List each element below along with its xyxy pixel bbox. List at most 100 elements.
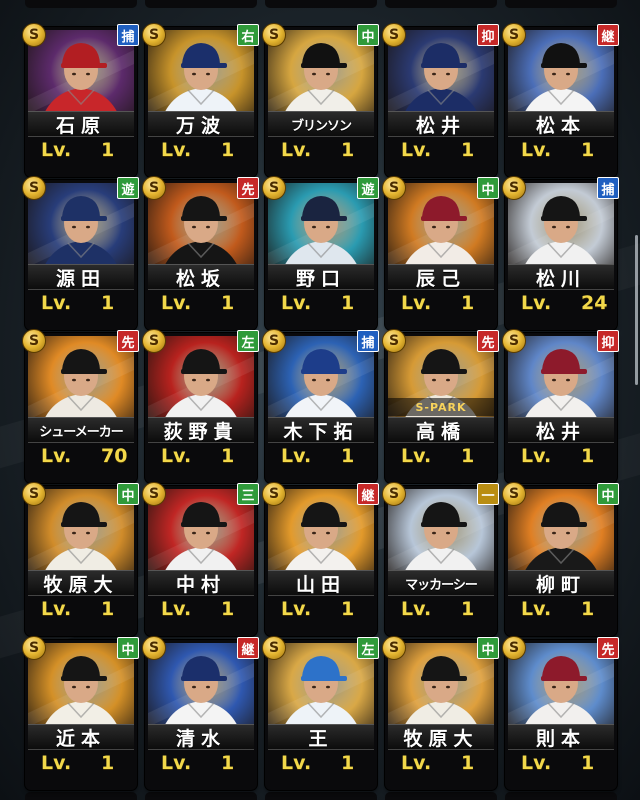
position-badge: 先 xyxy=(237,177,259,199)
s-rank-badge-icon: S xyxy=(22,636,46,660)
player-card-grid: 石原 Lv. 1 S 捕万波 Lv. 1 S 右ブリンソン Lv. 1 S 中松井 Lv. 1 S 抑松本 Lv.… xyxy=(0,0,640,800)
player-name: 則本 xyxy=(535,727,586,750)
player-card[interactable]: 野口 Lv. 1 S 遊 xyxy=(262,176,379,330)
player-name-bar: 木下拓 xyxy=(268,417,374,443)
level-value: 1 xyxy=(581,752,595,774)
player-name: 清水 xyxy=(175,727,226,750)
player-card[interactable]: 牧原大 Lv. 1 S 中 xyxy=(382,636,499,790)
player-card[interactable]: 万波 Lv. 1 S 右 xyxy=(142,23,259,177)
player-card[interactable]: 王 Lv. 1 S 左 xyxy=(262,636,379,790)
player-level: Lv. 1 xyxy=(151,750,251,776)
level-value: 1 xyxy=(581,445,595,467)
level-value: 1 xyxy=(341,752,355,774)
player-card[interactable]: 牧原大 Lv. 1 S 中 xyxy=(22,482,139,636)
level-label: Lv. xyxy=(161,445,192,467)
player-card[interactable]: 辰己 Lv. 1 S 中 xyxy=(382,176,499,330)
s-rank-badge-icon: S xyxy=(502,636,526,660)
player-name-bar: 則本 xyxy=(508,724,614,750)
player-card[interactable]: 源田 Lv. 1 S 遊 xyxy=(22,176,139,330)
player-card[interactable]: 柳町 Lv. 1 S 中 xyxy=(502,482,619,636)
player-name: 野口 xyxy=(295,267,346,290)
position-badge: 一 xyxy=(477,483,499,505)
position-badge: 中 xyxy=(357,24,379,46)
card-partial-top[interactable] xyxy=(385,0,497,8)
player-name: 源田 xyxy=(55,267,106,290)
player-card[interactable]: 木下拓 Lv. 1 S 捕 xyxy=(262,329,379,483)
player-name: 松井 xyxy=(415,114,466,137)
player-card[interactable]: 荻野貴 Lv. 1 S 左 xyxy=(142,329,259,483)
position-badge: 左 xyxy=(357,637,379,659)
player-name-bar: ブリンソン xyxy=(268,111,374,137)
player-name-bar: 松井 xyxy=(508,417,614,443)
s-rank-badge-icon: S xyxy=(262,482,286,506)
player-name: 牧原大 xyxy=(43,573,119,596)
player-card[interactable]: 松川 Lv. 24 S 捕 xyxy=(502,176,619,330)
level-value: 1 xyxy=(101,598,115,620)
position-badge: 中 xyxy=(477,637,499,659)
player-card[interactable]: 松井 Lv. 1 S 抑 xyxy=(382,23,499,177)
position-badge: 右 xyxy=(237,24,259,46)
player-level: Lv. 24 xyxy=(511,290,611,316)
player-name: 中村 xyxy=(175,573,226,596)
player-card[interactable]: 中村 Lv. 1 S 三 xyxy=(142,482,259,636)
s-rank-badge-icon: S xyxy=(142,23,166,47)
card-partial-top[interactable] xyxy=(145,0,257,8)
player-card[interactable]: 石原 Lv. 1 S 捕 xyxy=(22,23,139,177)
player-level: Lv. 1 xyxy=(391,290,491,316)
player-level: Lv. 1 xyxy=(511,750,611,776)
player-level: Lv. 1 xyxy=(271,596,371,622)
level-value: 1 xyxy=(581,139,595,161)
position-badge: 継 xyxy=(597,24,619,46)
s-rank-badge-icon: S xyxy=(262,23,286,47)
player-name-bar: 牧原大 xyxy=(388,724,494,750)
player-level: Lv. 1 xyxy=(391,137,491,163)
card-partial-bottom[interactable] xyxy=(265,792,377,800)
player-card[interactable]: 則本 Lv. 1 S 先 xyxy=(502,636,619,790)
player-card[interactable]: シューメーカー Lv. 70 S 先 xyxy=(22,329,139,483)
level-value: 1 xyxy=(461,752,475,774)
card-partial-top[interactable] xyxy=(505,0,617,8)
level-label: Lv. xyxy=(521,139,552,161)
player-card[interactable]: 近本 Lv. 1 S 中 xyxy=(22,636,139,790)
player-name: 松川 xyxy=(535,267,586,290)
player-card[interactable]: 松坂 Lv. 1 S 先 xyxy=(142,176,259,330)
player-name-bar: シューメーカー xyxy=(28,417,134,443)
player-card[interactable]: 清水 Lv. 1 S 継 xyxy=(142,636,259,790)
player-level: Lv. 1 xyxy=(31,750,131,776)
player-card[interactable]: S-PARK 高橋 Lv. 1 S 先 xyxy=(382,329,499,483)
card-partial-bottom[interactable] xyxy=(145,792,257,800)
player-card[interactable]: 山田 Lv. 1 S 継 xyxy=(262,482,379,636)
player-name: 松井 xyxy=(535,420,586,443)
player-card[interactable]: マッカーシー Lv. 1 S 一 xyxy=(382,482,499,636)
player-name-bar: 牧原大 xyxy=(28,570,134,596)
player-name: 松本 xyxy=(535,114,586,137)
player-card[interactable]: 松井 Lv. 1 S 抑 xyxy=(502,329,619,483)
level-value: 1 xyxy=(101,139,115,161)
s-rank-badge-icon: S xyxy=(502,23,526,47)
card-partial-bottom[interactable] xyxy=(385,792,497,800)
level-label: Lv. xyxy=(161,292,192,314)
s-rank-badge-icon: S xyxy=(142,636,166,660)
s-rank-badge-icon: S xyxy=(382,23,406,47)
s-park-banner: S-PARK xyxy=(388,398,494,416)
level-value: 1 xyxy=(221,139,235,161)
level-value: 1 xyxy=(221,752,235,774)
level-value: 1 xyxy=(341,445,355,467)
player-card[interactable]: 松本 Lv. 1 S 継 xyxy=(502,23,619,177)
level-value: 1 xyxy=(581,598,595,620)
player-level: Lv. 1 xyxy=(151,137,251,163)
position-badge: 遊 xyxy=(357,177,379,199)
player-name-bar: 荻野貴 xyxy=(148,417,254,443)
player-card[interactable]: ブリンソン Lv. 1 S 中 xyxy=(262,23,379,177)
level-label: Lv. xyxy=(521,445,552,467)
player-name-bar: 野口 xyxy=(268,264,374,290)
scrollbar[interactable] xyxy=(635,235,638,385)
level-value: 70 xyxy=(101,445,128,467)
card-partial-bottom[interactable] xyxy=(25,792,137,800)
card-partial-top[interactable] xyxy=(265,0,377,8)
player-name: 石原 xyxy=(55,114,106,137)
position-badge: 遊 xyxy=(117,177,139,199)
card-partial-top[interactable] xyxy=(25,0,137,8)
player-name: 山田 xyxy=(295,573,346,596)
card-partial-bottom[interactable] xyxy=(505,792,617,800)
